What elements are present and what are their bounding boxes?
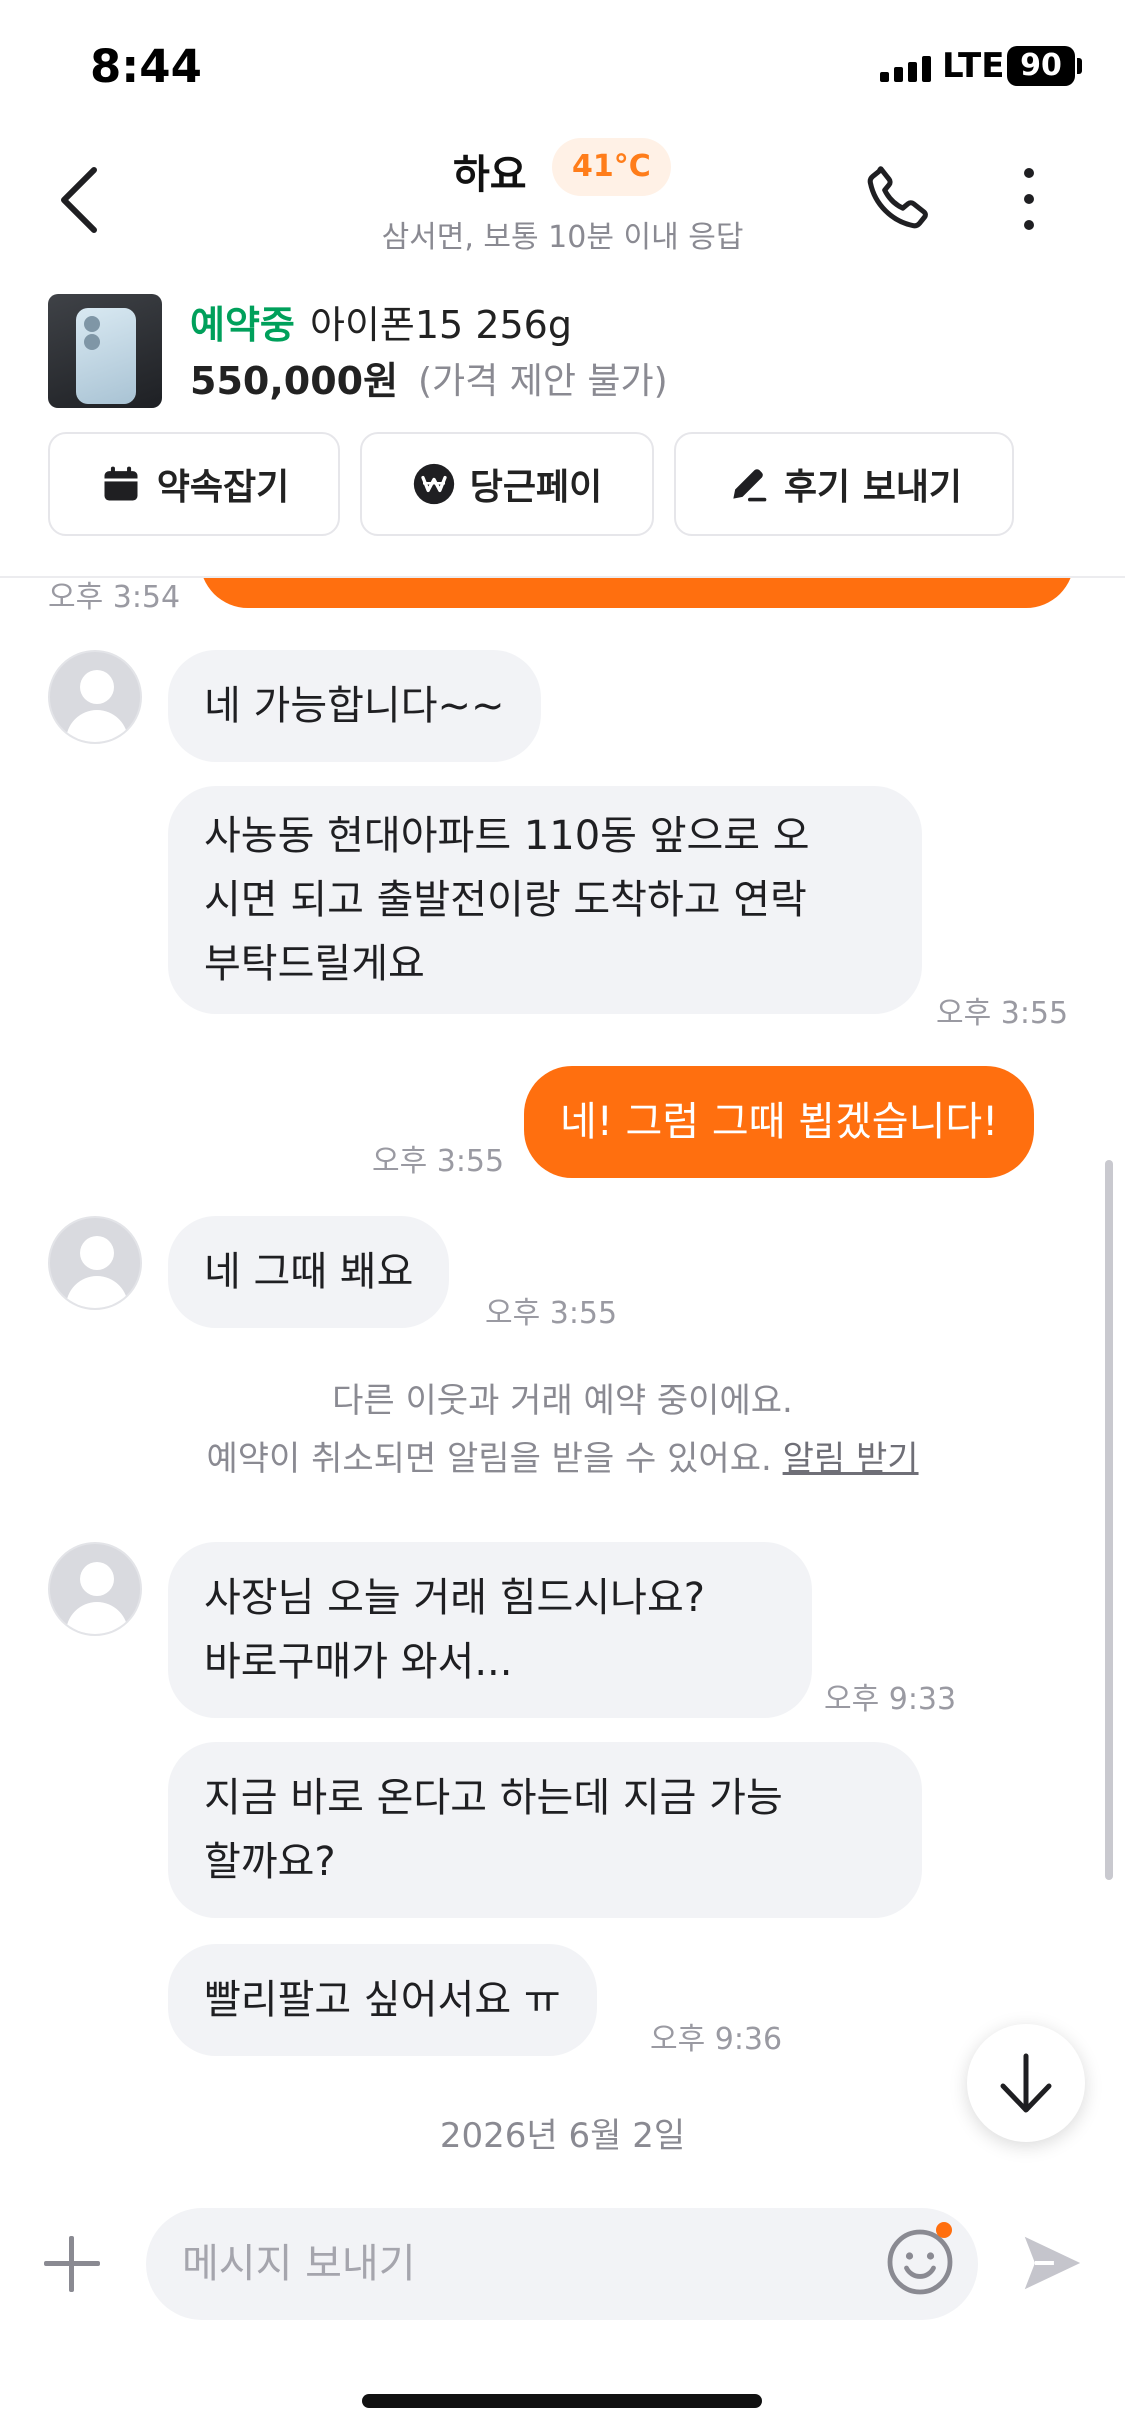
more-dot: [1024, 220, 1034, 230]
chat-area[interactable]: 오후 3:54 네 가능합니다~~ 사농동 현대아파트 110동 앞으로 오 시…: [0, 578, 1125, 2198]
won-pay-icon: [413, 463, 454, 505]
message-time: 오후 9:33: [824, 1682, 957, 1717]
notify-link[interactable]: 알림 받기: [783, 1439, 919, 1479]
pay-button[interactable]: 당근페이: [360, 432, 654, 536]
battery-icon: 90: [1007, 46, 1075, 86]
review-button[interactable]: 후기 보내기: [674, 432, 1014, 536]
signal-icon: [880, 56, 932, 82]
arrow-down-icon: [1000, 2053, 1052, 2113]
schedule-label: 약속잡기: [156, 467, 290, 508]
message-bubble-out[interactable]: [200, 578, 1074, 608]
more-options-button[interactable]: [1010, 166, 1048, 234]
product-status: 예약중: [190, 303, 295, 347]
message-bubble-in[interactable]: 사장님 오늘 거래 힘드시나요? 바로구매가 와서...: [168, 1542, 812, 1718]
partner-avatar[interactable]: [48, 1216, 142, 1310]
product-price: 550,000원: [190, 359, 399, 403]
status-bar: 8:44 LTE 90: [0, 0, 1125, 130]
partner-avatar[interactable]: [48, 1542, 142, 1636]
battery-tip: [1077, 58, 1082, 74]
message-line: 사장님 오늘 거래 힘드시나요?: [204, 1575, 705, 1621]
message-input[interactable]: [146, 2208, 978, 2320]
date-separator: 2026년 6월 2일: [439, 2116, 686, 2156]
message-bubble-in[interactable]: 빨리팔고 싶어서요 ㅠ: [168, 1944, 597, 2056]
message-bubble-in[interactable]: 네 가능합니다~~: [168, 650, 541, 762]
notice-text: 예약이 취소되면 알림을 받을 수 있어요.: [206, 1439, 772, 1479]
send-icon: [1024, 2236, 1081, 2290]
message-line: 부탁드릴게요: [204, 941, 425, 987]
action-bar: 약속잡기 당근페이 후기 보내기: [0, 430, 1125, 540]
attach-button[interactable]: [40, 2232, 104, 2296]
message-bubble-in[interactable]: 사농동 현대아파트 110동 앞으로 오 시면 되고 출발전이랑 도착하고 연락…: [168, 786, 922, 1014]
product-summary[interactable]: 예약중 아이폰15 256g 550,000원 (가격 제안 불가): [0, 290, 1125, 420]
product-title: 아이폰15 256g: [310, 303, 572, 347]
calendar-icon: [104, 466, 138, 501]
partner-name: 하요: [453, 152, 527, 198]
message-time: 오후 3:55: [936, 996, 1069, 1031]
home-indicator: [362, 2394, 762, 2408]
message-bubble-out[interactable]: 네! 그럼 그때 뵙겠습니다!: [524, 1066, 1035, 1178]
message-time: 오후 3:55: [372, 1144, 505, 1179]
chat-header: 하요 41°C 삼서면, 보통 10분 이내 응답: [0, 130, 1125, 270]
partner-avatar[interactable]: [48, 650, 142, 744]
send-button[interactable]: [1016, 2228, 1086, 2298]
review-label: 후기 보내기: [783, 467, 963, 508]
notice-line-2: 예약이 취소되면 알림을 받을 수 있어요. 알림 받기: [0, 1430, 1125, 1488]
chat-scrollbar[interactable]: [1105, 1160, 1113, 1880]
message-bubble-in[interactable]: 네 그때 봬요: [168, 1216, 450, 1328]
message-line: 지금 바로 온다고 하는데 지금 가능: [204, 1775, 783, 1821]
schedule-button[interactable]: 약속잡기: [48, 432, 340, 536]
pay-label: 당근페이: [469, 467, 603, 508]
phone-icon: [867, 166, 928, 229]
message-time: 오후 3:54: [48, 580, 181, 615]
message-line: 시면 되고 출발전이랑 도착하고 연락: [204, 877, 807, 923]
network-label: LTE: [942, 46, 1005, 86]
plus-icon: [44, 2261, 100, 2266]
new-badge-dot: [936, 2222, 952, 2238]
price-note: (가격 제안 불가): [418, 361, 668, 402]
message-time: 오후 3:55: [485, 1296, 618, 1331]
more-dot: [1024, 194, 1034, 204]
message-line: 바로구매가 와서...: [204, 1639, 513, 1685]
manner-temperature-badge[interactable]: 41°C: [552, 138, 671, 196]
message-time: 오후 9:36: [650, 2022, 783, 2057]
message-input-bar: [0, 2198, 1125, 2328]
more-dot: [1024, 168, 1034, 178]
pencil-icon: [733, 469, 767, 502]
message-bubble-in[interactable]: 지금 바로 온다고 하는데 지금 가능 할까요?: [168, 1742, 922, 1918]
message-line: 사농동 현대아파트 110동 앞으로 오: [204, 813, 810, 859]
partner-subtitle: 삼서면, 보통 10분 이내 응답: [381, 220, 744, 255]
call-button[interactable]: [860, 160, 936, 236]
message-line: 할까요?: [204, 1839, 336, 1885]
status-time: 8:44: [90, 40, 202, 93]
notice-line: 다른 이웃과 거래 예약 중이에요.: [332, 1381, 793, 1421]
product-thumbnail: [48, 294, 162, 408]
scroll-to-bottom-button[interactable]: [967, 2024, 1085, 2142]
reservation-notice: 다른 이웃과 거래 예약 중이에요. 예약이 취소되면 알림을 받을 수 있어요…: [0, 1372, 1125, 1488]
